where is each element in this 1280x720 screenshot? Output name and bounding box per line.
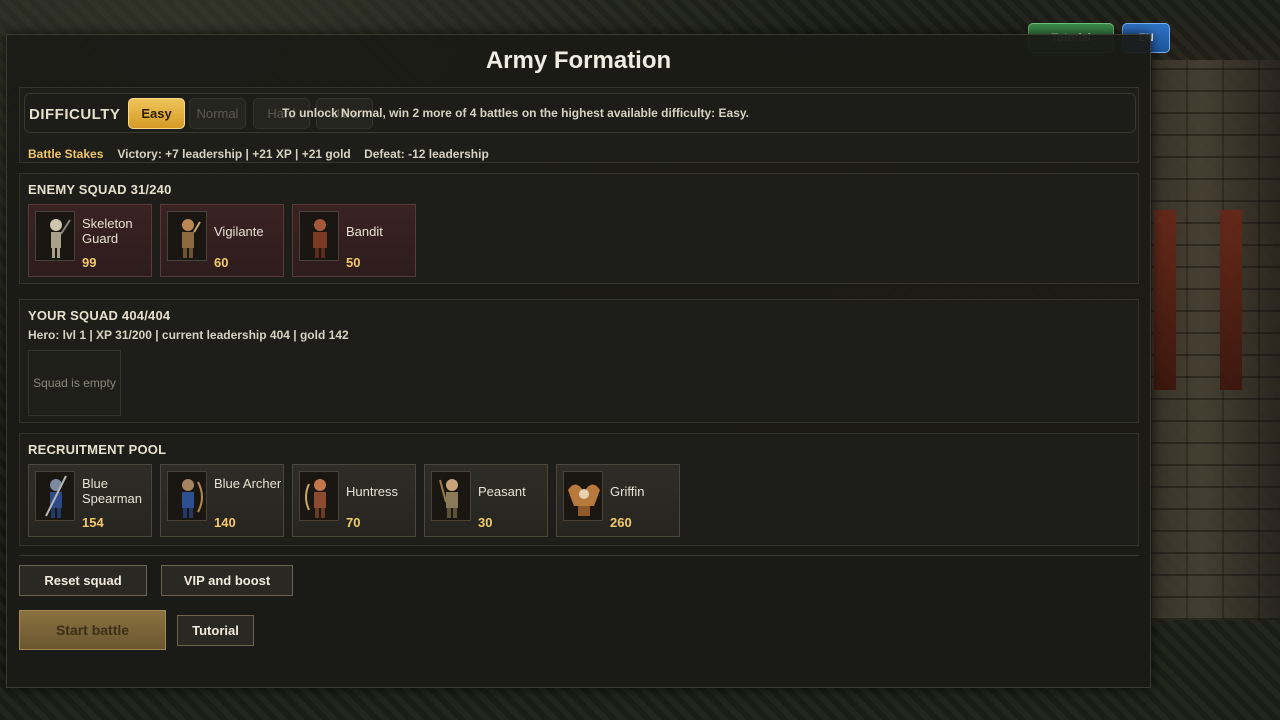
- unit-count: 60: [214, 255, 229, 270]
- difficulty-unlock-note: To unlock Normal, win 2 more of 4 battle…: [282, 106, 749, 120]
- difficulty-normal-button[interactable]: Normal: [189, 98, 246, 129]
- recruit-unit-card[interactable]: Blue Spearman 154: [28, 464, 152, 537]
- battle-stakes-label: Battle Stakes: [28, 147, 104, 161]
- unit-name: Huntress: [346, 484, 399, 499]
- squad-empty-text: Squad is empty: [33, 376, 116, 390]
- battle-stakes-text: Victory: +7 leadership | +21 XP | +21 go…: [117, 147, 489, 161]
- enemy-squad-section: ENEMY SQUAD 31/240 Skeleton Guard 99 Vig…: [19, 173, 1139, 284]
- vigilante-icon: [167, 211, 207, 261]
- background-castle-wall: [1150, 60, 1280, 620]
- army-formation-panel: Army Formation DIFFICULTY Easy Normal Ha…: [6, 34, 1151, 688]
- bandit-icon: [299, 211, 339, 261]
- griffin-icon: [563, 471, 603, 521]
- difficulty-section: DIFFICULTY Easy Normal Hard Ultra To unl…: [19, 87, 1139, 163]
- reset-squad-button[interactable]: Reset squad: [19, 565, 147, 596]
- enemy-squad-header: ENEMY SQUAD 31/240: [28, 182, 172, 197]
- hero-info: Hero: lvl 1 | XP 31/200 | current leader…: [28, 328, 349, 342]
- your-squad-header: YOUR SQUAD 404/404: [28, 308, 171, 323]
- recruit-unit-card[interactable]: Peasant 30: [424, 464, 548, 537]
- squad-empty-slot: Squad is empty: [28, 350, 121, 416]
- blue-spearman-icon: [35, 471, 75, 521]
- unit-name: Vigilante: [214, 224, 264, 239]
- unit-name: Skeleton Guard: [82, 216, 133, 246]
- divider: [19, 555, 1139, 556]
- recruit-unit-card[interactable]: Huntress 70: [292, 464, 416, 537]
- unit-cost: 70: [346, 515, 361, 530]
- tutorial-button[interactable]: Tutorial: [177, 615, 254, 646]
- blue-archer-icon: [167, 471, 207, 521]
- unit-cost: 154: [82, 515, 104, 530]
- skeleton-guard-icon: [35, 211, 75, 261]
- enemy-unit-card[interactable]: Bandit 50: [292, 204, 416, 277]
- battle-stakes: Battle Stakes Victory: +7 leadership | +2…: [28, 147, 489, 161]
- page-title: Army Formation: [485, 47, 672, 74]
- huntress-icon: [299, 471, 339, 521]
- unit-name: Griffin: [610, 484, 645, 499]
- start-battle-button[interactable]: Start battle: [19, 610, 166, 650]
- unit-name: Peasant: [478, 484, 526, 499]
- difficulty-label: DIFFICULTY: [29, 106, 121, 123]
- unit-name: Bandit: [346, 224, 383, 239]
- unit-cost: 140: [214, 515, 236, 530]
- vip-boost-button[interactable]: VIP and boost: [161, 565, 293, 596]
- background-banner: [1154, 210, 1176, 390]
- background-banner: [1220, 210, 1242, 390]
- unit-count: 99: [82, 255, 97, 270]
- recruit-unit-card[interactable]: Griffin 260: [556, 464, 680, 537]
- unit-count: 50: [346, 255, 361, 270]
- peasant-icon: [431, 471, 471, 521]
- recruitment-pool-header: RECRUITMENT POOL: [28, 442, 167, 457]
- unit-cost: 30: [478, 515, 493, 530]
- recruitment-pool-section: RECRUITMENT POOL Blue Spearman 154 Blue …: [19, 433, 1139, 546]
- unit-cost: 260: [610, 515, 632, 530]
- recruit-unit-card[interactable]: Blue Archer 140: [160, 464, 284, 537]
- enemy-unit-card[interactable]: Vigilante 60: [160, 204, 284, 277]
- unit-name: Blue Spearman: [82, 476, 142, 506]
- difficulty-bar: DIFFICULTY Easy Normal Hard Ultra To unl…: [24, 93, 1136, 133]
- difficulty-easy-button[interactable]: Easy: [128, 98, 185, 129]
- unit-name: Blue Archer: [214, 476, 282, 491]
- enemy-unit-card[interactable]: Skeleton Guard 99: [28, 204, 152, 277]
- your-squad-section: YOUR SQUAD 404/404 Hero: lvl 1 | XP 31/2…: [19, 299, 1139, 423]
